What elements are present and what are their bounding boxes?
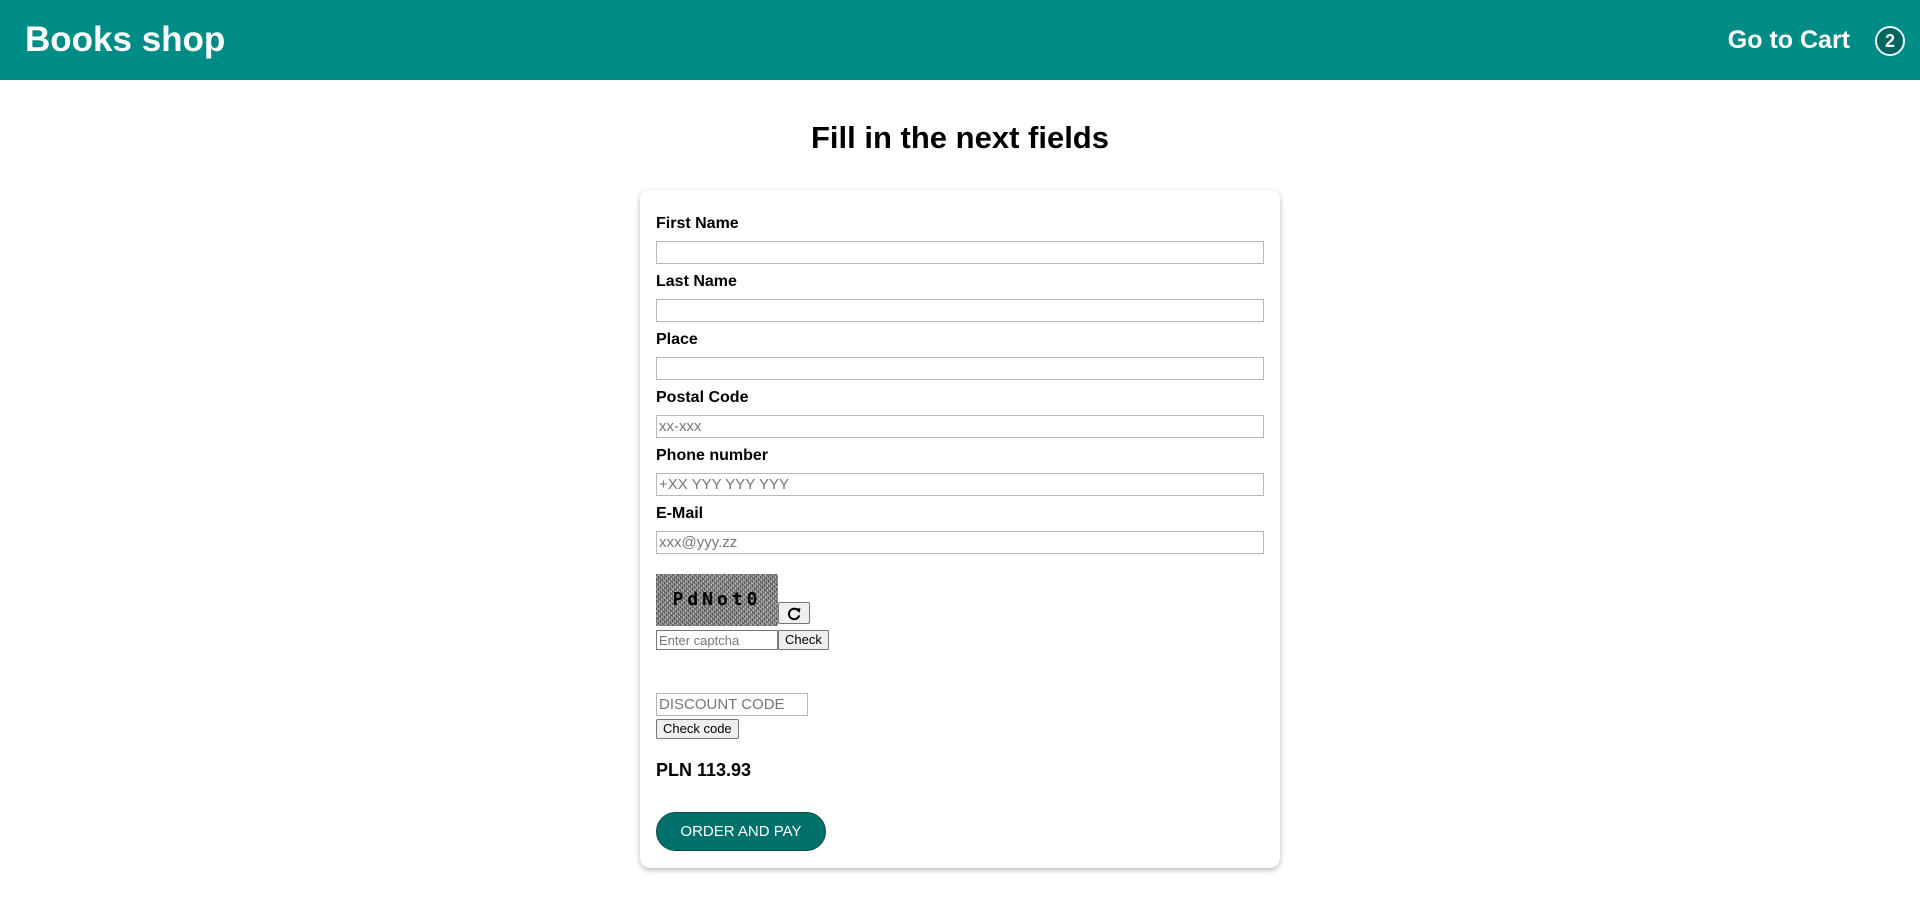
- postal-code-label: Postal Code: [656, 389, 749, 406]
- brand-logo-text[interactable]: Books shop: [25, 18, 225, 62]
- order-and-pay-button[interactable]: ORDER AND PAY: [656, 812, 826, 851]
- postal-code-input[interactable]: [656, 415, 1264, 438]
- refresh-icon: [788, 607, 801, 621]
- top-navbar: Books shop Go to Cart 2: [0, 0, 1920, 80]
- order-total: PLN 113.93: [656, 760, 752, 780]
- checkout-form-card: First Name Last Name Place Postal Code P…: [640, 190, 1280, 868]
- place-label: Place: [656, 331, 698, 348]
- place-input[interactable]: [656, 357, 1264, 380]
- last-name-input[interactable]: [656, 299, 1264, 322]
- captcha-refresh-button[interactable]: [778, 602, 810, 624]
- last-name-label: Last Name: [656, 273, 737, 290]
- captcha-check-button[interactable]: Check: [778, 630, 829, 650]
- phone-input[interactable]: [656, 473, 1264, 496]
- captcha-input[interactable]: [656, 630, 778, 650]
- go-to-cart-link[interactable]: Go to Cart: [1728, 24, 1850, 56]
- discount-code-input[interactable]: [656, 693, 808, 716]
- first-name-input[interactable]: [656, 241, 1264, 264]
- captcha-image: PdNot0: [656, 574, 778, 626]
- page-title: Fill in the next fields: [811, 120, 1109, 155]
- first-name-label: First Name: [656, 215, 739, 232]
- cart-count-badge[interactable]: 2: [1875, 26, 1905, 56]
- check-discount-code-button[interactable]: Check code: [656, 719, 739, 739]
- phone-label: Phone number: [656, 447, 769, 464]
- email-label: E-Mail: [656, 505, 704, 522]
- email-input[interactable]: [656, 531, 1264, 554]
